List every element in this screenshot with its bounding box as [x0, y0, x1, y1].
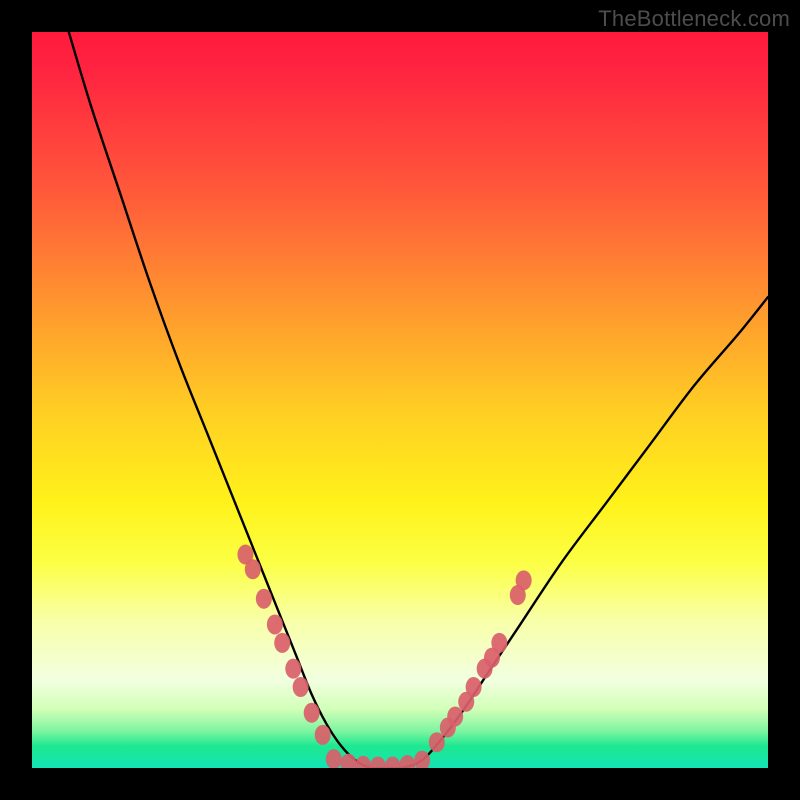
data-marker: [293, 677, 309, 697]
data-marker: [340, 754, 356, 768]
data-marker: [285, 659, 301, 679]
data-marker: [447, 706, 463, 726]
data-marker: [491, 633, 507, 653]
data-marker: [399, 755, 415, 768]
data-marker: [414, 751, 430, 768]
data-marker: [429, 732, 445, 752]
data-marker: [466, 677, 482, 697]
marker-group: [237, 545, 531, 768]
v-curve-line: [69, 32, 768, 768]
data-marker: [315, 725, 331, 745]
data-marker: [256, 589, 272, 609]
watermark-text: TheBottleneck.com: [598, 6, 790, 32]
data-marker: [267, 614, 283, 634]
outer-frame: TheBottleneck.com: [0, 0, 800, 800]
chart-svg: [32, 32, 768, 768]
data-marker: [245, 559, 261, 579]
plot-area: [32, 32, 768, 768]
data-marker: [370, 757, 386, 768]
data-marker: [355, 756, 371, 768]
data-marker: [304, 703, 320, 723]
data-marker: [326, 749, 342, 768]
data-marker: [385, 757, 401, 768]
data-marker: [274, 633, 290, 653]
data-marker: [516, 570, 532, 590]
